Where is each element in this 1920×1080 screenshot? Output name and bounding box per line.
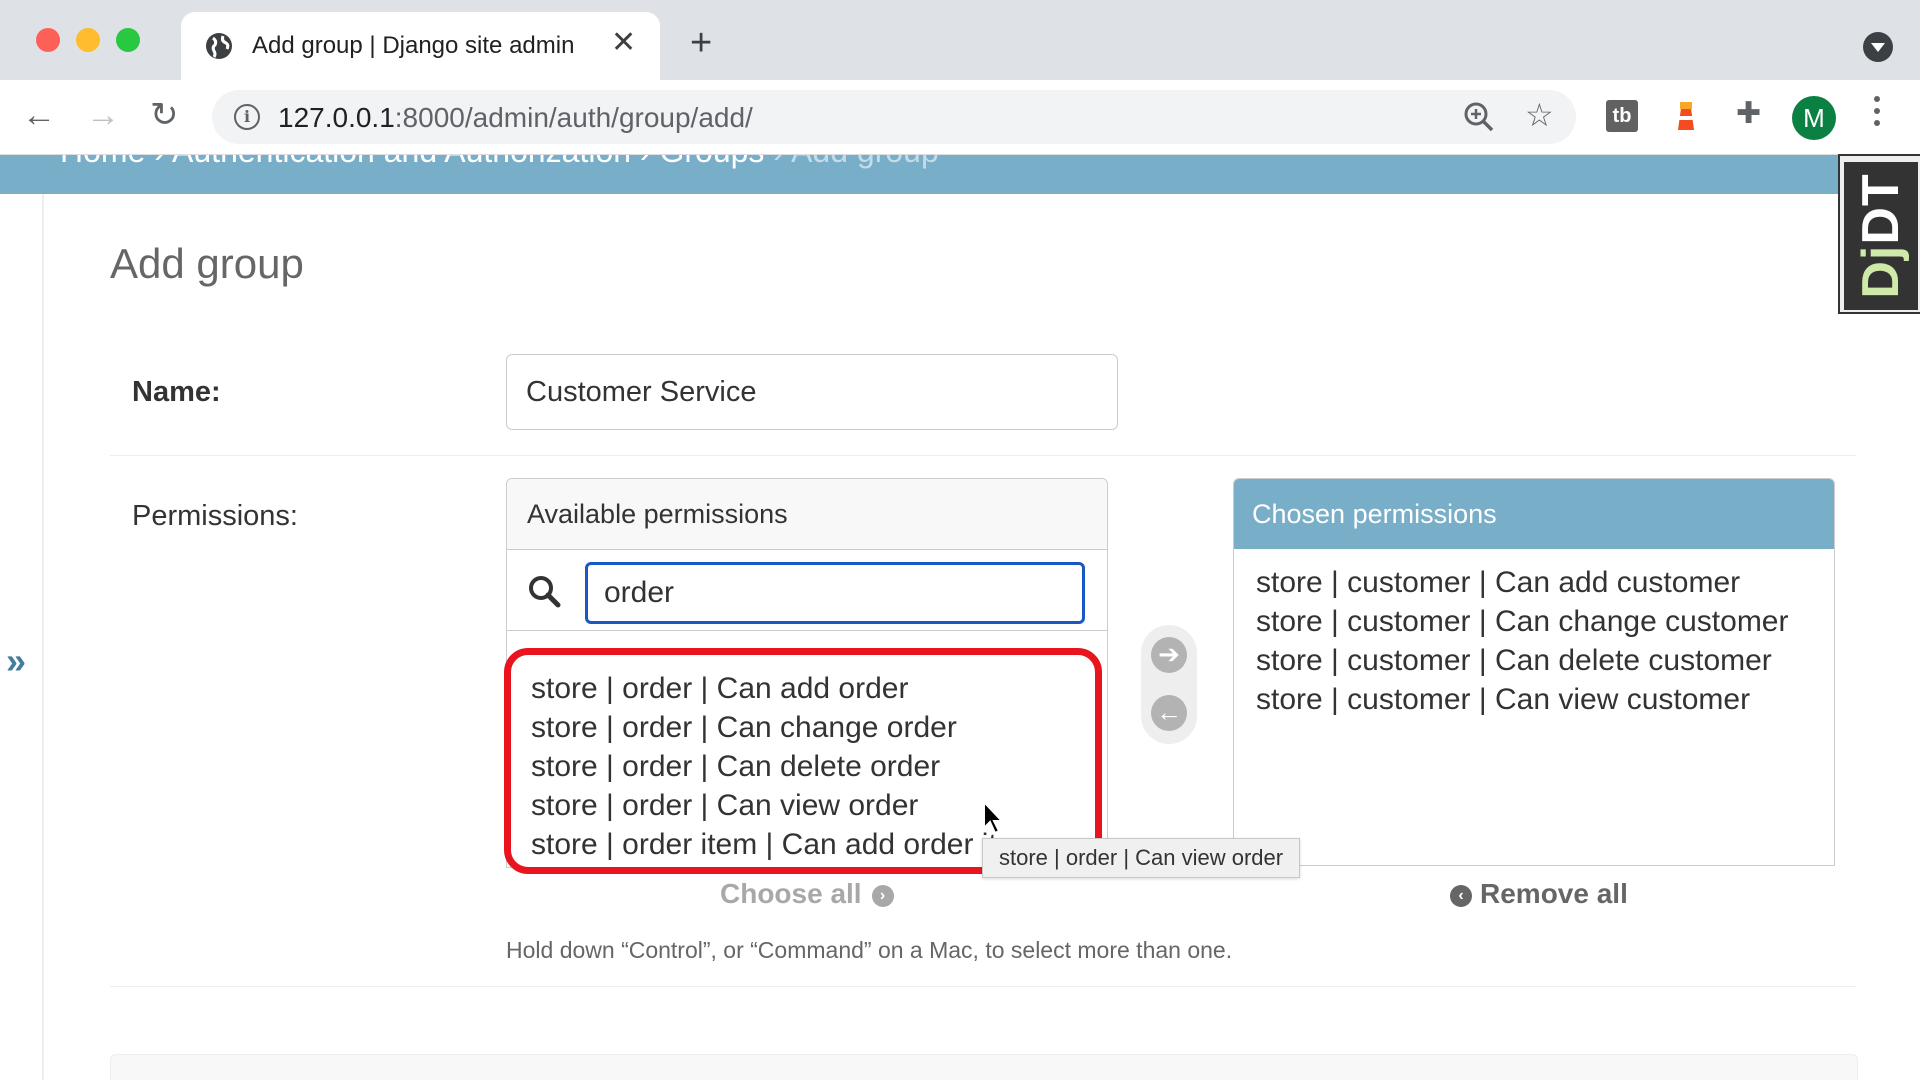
selector-arrows: ➔ ← <box>1141 625 1197 744</box>
tooltip: store | order | Can view order <box>982 838 1301 878</box>
profile-avatar[interactable]: M <box>1792 96 1836 140</box>
available-permissions-title: Available permissions <box>527 499 788 529</box>
chosen-permissions-list[interactable]: store | customer | Can add customer store… <box>1256 563 1789 719</box>
back-icon[interactable]: ← <box>22 96 56 134</box>
available-permissions-header: Available permissions <box>507 479 1107 550</box>
choose-all-label: Choose all <box>720 878 862 909</box>
breadcrumb-separator: › <box>631 155 659 169</box>
django-debug-toolbar-handle[interactable]: DjDT <box>1838 154 1920 314</box>
arrow-right-circle-icon: › <box>871 884 894 907</box>
choose-all-button[interactable]: Choose all › <box>720 878 894 910</box>
breadcrumb-separator: › <box>145 155 172 169</box>
tab-search-icon[interactable] <box>1863 32 1893 62</box>
new-tab-button[interactable]: + <box>690 24 712 62</box>
url-text[interactable]: 127.0.0.1:8000/admin/auth/group/add/ <box>278 102 753 134</box>
bookmark-star-icon[interactable]: ☆ <box>1525 96 1554 134</box>
sidebar-toggle-button[interactable]: » <box>6 640 26 682</box>
available-permission-option[interactable]: store | order | Can delete order <box>531 747 1038 786</box>
add-permission-arrow-icon[interactable]: ➔ <box>1151 637 1187 673</box>
chosen-permission-option[interactable]: store | customer | Can add customer <box>1256 563 1789 602</box>
url-path: :8000/admin/auth/group/add/ <box>394 102 753 133</box>
breadcrumb-current: Add group <box>791 155 939 169</box>
available-permission-option[interactable]: store | order item | Can add order item <box>531 825 1038 864</box>
extension-tb-icon[interactable]: tb <box>1606 100 1638 132</box>
chosen-permission-option[interactable]: store | customer | Can change customer <box>1256 602 1789 641</box>
remove-permission-arrow-icon[interactable]: ← <box>1151 695 1187 731</box>
breadcrumb: Home › Authentication and Authorization … <box>0 155 1920 194</box>
globe-icon <box>206 33 232 59</box>
breadcrumb-home[interactable]: Home <box>60 155 145 169</box>
breadcrumb-model[interactable]: Groups <box>659 155 764 169</box>
breadcrumb-app[interactable]: Authentication and Authorization <box>172 155 631 169</box>
tab-close-icon[interactable]: ✕ <box>611 28 636 58</box>
remove-all-label: Remove all <box>1480 878 1628 909</box>
forward-icon[interactable]: → <box>86 96 120 134</box>
reload-icon[interactable]: ↻ <box>150 96 179 134</box>
zoom-icon[interactable] <box>1462 100 1496 134</box>
permissions-filter-row <box>507 550 1107 631</box>
name-input[interactable] <box>506 354 1118 430</box>
remove-all-button[interactable]: ‹ Remove all <box>1450 878 1628 910</box>
lighthouse-extension-icon[interactable] <box>1672 100 1700 132</box>
help-text: Hold down “Control”, or “Command” on a M… <box>506 937 1233 963</box>
available-permission-option[interactable]: store | order | Can change order <box>531 708 1038 747</box>
page-title: Add group <box>110 240 304 287</box>
chosen-permission-option[interactable]: store | customer | Can delete customer <box>1256 641 1789 680</box>
url-host: 127.0.0.1 <box>278 102 395 133</box>
permissions-label: Permissions: <box>132 500 298 532</box>
sidebar-divider <box>42 194 44 1080</box>
djdt-label-part1: Dj <box>1852 244 1910 299</box>
tab-title: Add group | Django site admin <box>252 32 575 59</box>
site-info-icon[interactable]: i <box>234 104 260 130</box>
arrow-left-circle-icon: ‹ <box>1450 884 1472 907</box>
available-permissions-box: Available permissions store | order | Ca… <box>506 478 1108 868</box>
breadcrumb-separator: › <box>764 155 791 169</box>
close-window-button[interactable] <box>36 28 60 52</box>
browser-menu-icon[interactable] <box>1872 96 1882 132</box>
chosen-permissions-header: Chosen permissions <box>1234 479 1834 549</box>
djdt-label-part2: DT <box>1852 173 1910 245</box>
browser-tab[interactable]: Add group | Django site admin ✕ <box>181 12 660 80</box>
form-row-divider <box>110 455 1856 456</box>
submit-row <box>110 1054 1858 1080</box>
name-label: Name: <box>132 376 221 408</box>
available-permission-option[interactable]: store | order | Can add order <box>531 669 1038 708</box>
available-permissions-list[interactable]: store | order | Can add order store | ord… <box>531 669 1038 864</box>
form-row-divider <box>110 986 1856 987</box>
chosen-permission-option[interactable]: store | customer | Can view customer <box>1256 680 1789 719</box>
chosen-permissions-title: Chosen permissions <box>1252 499 1497 529</box>
tab-strip: Add group | Django site admin ✕ + <box>0 0 1920 80</box>
search-icon <box>529 576 561 608</box>
extensions-puzzle-icon[interactable]: ✚ <box>1736 96 1761 131</box>
permissions-filter-input[interactable] <box>585 562 1085 624</box>
maximize-window-button[interactable] <box>116 28 140 52</box>
minimize-window-button[interactable] <box>76 28 100 52</box>
available-permission-option[interactable]: store | order | Can view order <box>531 786 1038 825</box>
djdt-label: DjDT <box>1844 162 1918 310</box>
mouse-cursor-icon <box>983 800 1005 835</box>
address-bar[interactable]: i 127.0.0.1:8000/admin/auth/group/add/ ☆ <box>212 90 1576 144</box>
chosen-permissions-box: Chosen permissions store | customer | Ca… <box>1233 478 1835 866</box>
